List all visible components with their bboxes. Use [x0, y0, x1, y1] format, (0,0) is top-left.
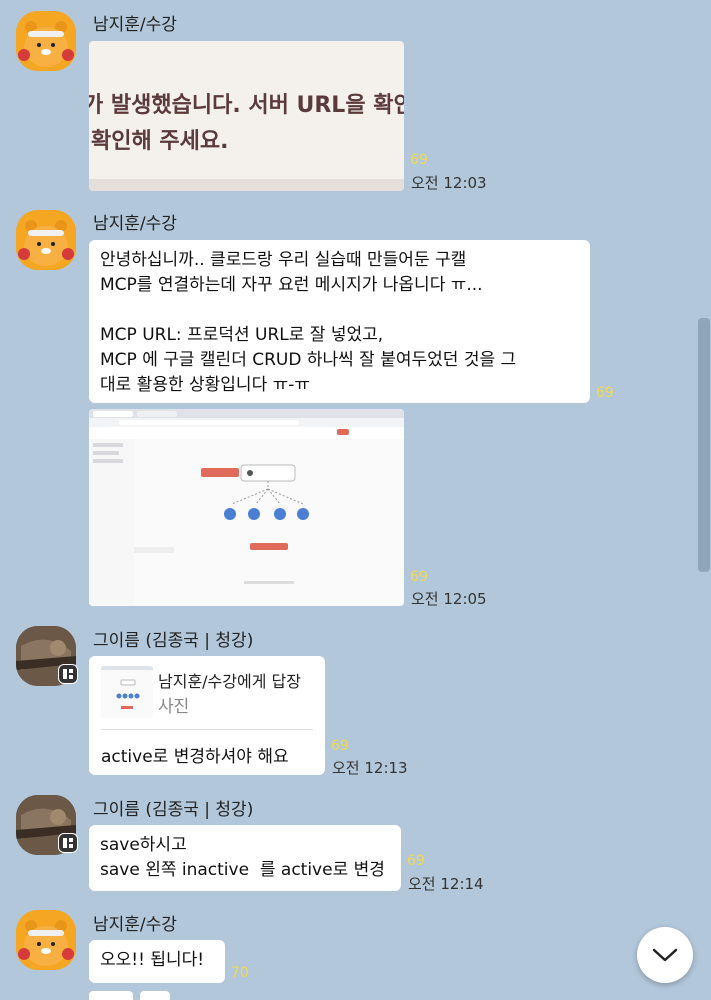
- chevron-down-icon: [652, 948, 678, 962]
- unread-count: 69: [331, 738, 349, 754]
- message-text: active로 변경하셔야 해요: [101, 747, 289, 767]
- workflow-screenshot-image: [89, 409, 404, 606]
- unread-count: 70: [231, 965, 249, 981]
- unread-count: 69: [410, 152, 428, 168]
- message-bubble[interactable]: 오오!! 됩니다!: [89, 940, 225, 983]
- partial-bubble: [89, 991, 133, 1000]
- sender-name: 남지훈/수강: [93, 15, 177, 35]
- timestamp: 오전 12:13: [332, 759, 408, 777]
- admin-badge-icon: [58, 664, 78, 684]
- reply-thumbnail: [101, 666, 153, 718]
- ryan-avatar-icon: [16, 11, 76, 71]
- timestamp: 오전 12:14: [408, 875, 484, 893]
- reply-thumbnail-image: [101, 666, 153, 718]
- sender-name: 그이름 (김종국 | 청강): [93, 631, 254, 651]
- ryan-avatar-icon: [16, 210, 76, 270]
- image-divider: [89, 179, 404, 191]
- sender-name: 남지훈/수강: [93, 214, 177, 234]
- admin-badge-icon: [58, 833, 78, 853]
- screenshot-attachment[interactable]: [89, 409, 404, 606]
- avatar[interactable]: [16, 11, 76, 71]
- partial-bubble: [140, 991, 170, 1000]
- avatar[interactable]: [16, 910, 76, 970]
- reply-type: 사진: [158, 697, 190, 717]
- timestamp: 오전 12:03: [411, 174, 487, 192]
- unread-count: 69: [596, 385, 614, 401]
- reply-target: 남지훈/수강에게 답장: [158, 672, 301, 691]
- scrollbar-thumb[interactable]: [698, 318, 710, 572]
- reply-bubble[interactable]: 남지훈/수강에게 답장 사진 active로 변경하셔야 해요: [89, 656, 325, 775]
- message-bubble[interactable]: 안녕하십니까.. 클로드랑 우리 실습때 만들어둔 구캘 MCP를 연결하는데 …: [89, 240, 590, 403]
- scroll-down-button[interactable]: [637, 927, 693, 983]
- sender-name: 남지훈/수강: [93, 915, 177, 935]
- ryan-avatar-icon: [16, 910, 76, 970]
- avatar[interactable]: [16, 210, 76, 270]
- timestamp: 오전 12:05: [411, 590, 487, 608]
- unread-count: 69: [410, 569, 428, 585]
- unread-count: 69: [407, 853, 425, 869]
- image-attachment[interactable]: 가 발생했습니다. 서버 URL을 확인 확인해 주세요.: [89, 41, 404, 191]
- image-text-line: 가 발생했습니다. 서버 URL을 확인: [89, 93, 404, 118]
- image-text-line: 확인해 주세요.: [91, 129, 229, 154]
- divider: [101, 729, 313, 730]
- message-bubble[interactable]: save하시고 save 왼쪽 inactive 를 active로 변경: [89, 825, 401, 891]
- sender-name: 그이름 (김종국 | 청강): [93, 800, 254, 820]
